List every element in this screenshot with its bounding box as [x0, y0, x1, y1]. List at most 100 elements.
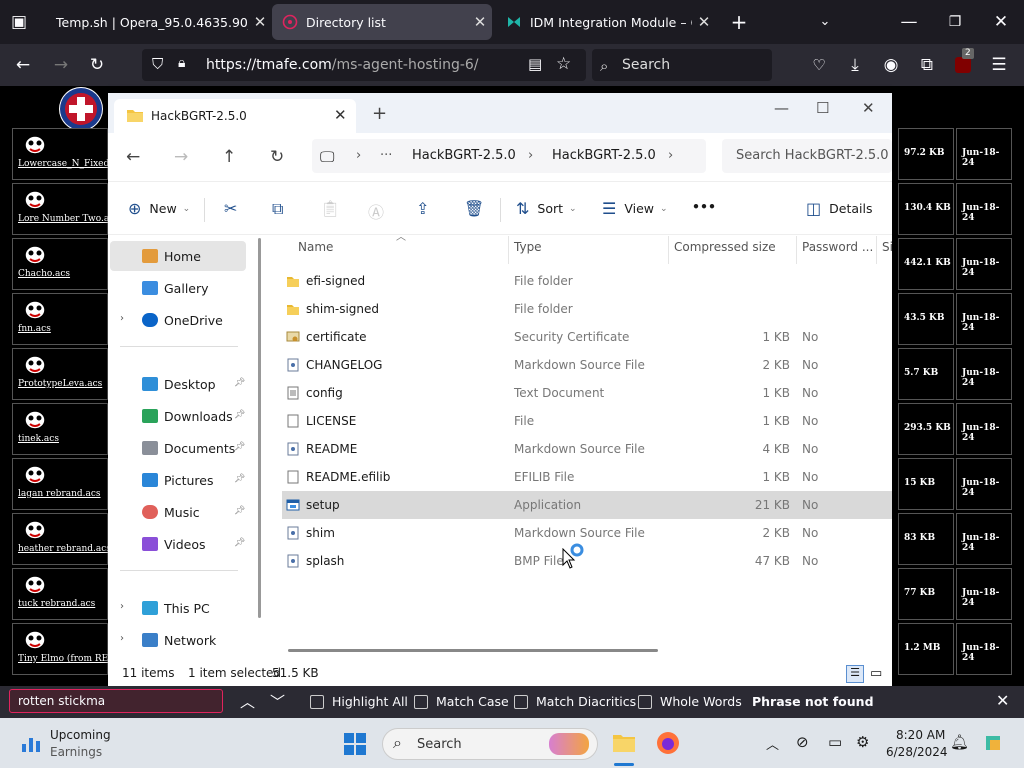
nav-item-desktop[interactable]: Desktop [142, 371, 216, 397]
taskbar-search-box[interactable]: ⌕ Search [382, 728, 598, 760]
new-tab-button[interactable]: + [726, 9, 752, 35]
directory-file-link[interactable]: tinek.acs [18, 434, 59, 444]
new-tab-button[interactable]: + [372, 103, 387, 124]
find-next-chevron-down-icon[interactable]: ﹀ [270, 691, 285, 712]
url-text[interactable]: https://tmafe.com/ms-agent-hosting-6/ [206, 57, 479, 73]
nav-item-this-pc[interactable]: This PC [142, 595, 210, 621]
highlight-all-checkbox[interactable]: Highlight All [310, 694, 408, 709]
back-arrow-icon[interactable]: ← [126, 147, 140, 167]
close-tab-icon[interactable]: ✕ [334, 106, 347, 124]
paste-button[interactable]: 📋︎ [320, 199, 348, 218]
list-tabs-chevron-icon[interactable]: ⌄ [812, 9, 838, 35]
no-wifi-icon[interactable]: ⊘ [796, 733, 809, 751]
cut-button[interactable]: ✂ [224, 199, 245, 218]
column-divider[interactable] [876, 236, 877, 264]
clock-time[interactable]: 8:20 AM [896, 728, 945, 742]
sort-button[interactable]: ⇅ Sort ⌄ [516, 199, 577, 218]
file-row-shim[interactable]: shim Markdown Source File 2 KB No [282, 519, 892, 547]
file-row-efi-signed[interactable]: efi-signed File folder [282, 267, 892, 295]
file-row-splash[interactable]: splash BMP File 47 KB No [282, 547, 892, 575]
more-dots-icon[interactable]: ··· [380, 148, 392, 163]
directory-file-link[interactable]: PrototypeLeva.acs [18, 379, 102, 389]
clock-date[interactable]: 6/28/2024 [886, 745, 948, 759]
windows-start-icon[interactable] [344, 733, 366, 755]
file-row-certificate[interactable]: certificate Security Certificate 1 KB No [282, 323, 892, 351]
file-row-readme-efilib[interactable]: README.efilib EFILIB File 1 KB No [282, 463, 892, 491]
pin-icon[interactable]: 📌︎ [234, 538, 245, 548]
pin-icon[interactable]: 📌︎ [234, 506, 245, 516]
widget-title[interactable]: Upcoming [50, 728, 111, 742]
firefox-icon[interactable] [656, 731, 680, 755]
directory-file-link[interactable]: Lowercase_N_Fixed [18, 159, 109, 169]
reload-icon[interactable]: ↻ [84, 52, 110, 78]
details-view-icon[interactable]: ☰ [846, 665, 864, 683]
close-tab-icon[interactable]: ✕ [692, 13, 716, 31]
tab-overview-icon[interactable]: ▣ [6, 9, 32, 35]
details-button[interactable]: ◫ Details [806, 199, 872, 218]
up-arrow-icon[interactable]: ↑ [222, 147, 236, 167]
breadcrumb-item[interactable]: HackBGRT-2.5.0 [412, 148, 516, 163]
nav-item-videos[interactable]: Videos [142, 531, 206, 557]
downloads-icon[interactable]: ⤓ [842, 52, 868, 78]
minimize-icon[interactable]: — [774, 99, 789, 117]
close-tab-icon[interactable]: ✕ [468, 13, 492, 31]
whole-words-checkbox[interactable]: Whole Words [638, 694, 742, 709]
pin-icon[interactable]: 📌︎ [234, 410, 245, 420]
directory-file-link[interactable]: Lore Number Two.acs [18, 214, 119, 224]
settings-gear-icon[interactable]: ⚙ [856, 733, 869, 751]
nav-item-gallery[interactable]: Gallery [142, 275, 209, 301]
directory-file-link[interactable]: tuck rebrand.acs [18, 599, 95, 609]
stock-chart-icon[interactable] [20, 732, 42, 754]
maximize-icon[interactable]: ☐ [816, 99, 829, 117]
back-arrow-icon[interactable]: ← [10, 52, 36, 78]
column-header-type[interactable]: Type [514, 240, 542, 254]
pin-icon[interactable]: 📌︎ [234, 378, 245, 388]
url-bar[interactable]: ⛉ 🔒︎ https://tmafe.com/ms-agent-hosting-… [142, 49, 586, 81]
explorer-tab[interactable]: HackBGRT-2.5.0 ✕ [114, 99, 356, 133]
column-divider[interactable] [508, 236, 509, 264]
tab-directory-list[interactable]: Directory list ✕ [272, 4, 492, 40]
notification-bell-icon[interactable]: 🔔︎ [950, 733, 969, 751]
file-row-license[interactable]: LICENSE File 1 KB No [282, 407, 892, 435]
pocket-icon[interactable]: ♡ [806, 52, 832, 78]
column-header-password[interactable]: Password ... [802, 240, 873, 254]
match-diacritics-checkbox[interactable]: Match Diacritics [514, 694, 636, 709]
copy-button[interactable]: ⧉ [272, 199, 291, 219]
display-icon[interactable]: ▭ [828, 733, 842, 751]
column-header-size[interactable]: Si [882, 240, 893, 254]
chevron-right-icon[interactable]: › [120, 601, 124, 612]
maximize-icon[interactable]: ❐ [942, 9, 968, 35]
tiles-view-icon[interactable]: ▭ [870, 666, 882, 681]
breadcrumb-item[interactable]: HackBGRT-2.5.0 [552, 148, 656, 163]
view-button[interactable]: ☰ View ⌄ [602, 199, 668, 218]
nav-item-documents[interactable]: Documents [142, 435, 235, 461]
file-row-shim-signed[interactable]: shim-signed File folder [282, 295, 892, 323]
close-window-icon[interactable]: ✕ [988, 9, 1014, 35]
directory-file-link[interactable]: Tiny Elmo (from RE [18, 654, 108, 664]
extensions-icon[interactable]: ⧉ [914, 52, 940, 78]
pin-icon[interactable]: 📌︎ [234, 442, 245, 452]
share-button[interactable]: ⇪ [416, 199, 437, 218]
close-window-icon[interactable]: ✕ [862, 99, 875, 117]
file-row-readme[interactable]: README Markdown Source File 4 KB No [282, 435, 892, 463]
file-row-setup[interactable]: setup Application 21 KB No [282, 491, 892, 519]
match-case-checkbox[interactable]: Match Case [414, 694, 509, 709]
nav-scrollbar[interactable] [258, 238, 261, 618]
close-tab-icon[interactable]: ✕ [248, 13, 272, 31]
new-button[interactable]: ⊕ New ⌄ [128, 199, 190, 218]
find-previous-chevron-up-icon[interactable]: ︿ [240, 691, 255, 712]
tab-idm[interactable]: IDM Integration Module – Get t ✕ [496, 4, 716, 40]
directory-file-link[interactable]: lagan rebrand.acs [18, 489, 101, 499]
file-row-config[interactable]: config Text Document 1 KB No [282, 379, 892, 407]
nav-item-pictures[interactable]: Pictures [142, 467, 214, 493]
shield-icon[interactable]: ⛉ [152, 55, 163, 73]
reader-view-icon[interactable]: ▤ [528, 55, 542, 73]
menu-hamburger-icon[interactable]: ☰ [986, 52, 1012, 78]
directory-file-link[interactable]: fnn.acs [18, 324, 51, 334]
directory-file-link[interactable]: heather rebrand.acs [18, 544, 111, 554]
column-divider[interactable] [668, 236, 669, 264]
more-options-button[interactable]: ••• [692, 199, 716, 214]
refresh-icon[interactable]: ↻ [270, 147, 284, 167]
forward-arrow-icon[interactable]: → [174, 147, 188, 167]
column-header-compressed-size[interactable]: Compressed size [674, 240, 776, 254]
